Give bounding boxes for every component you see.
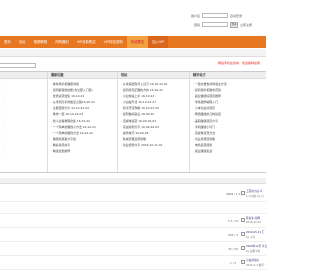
thread-icon xyxy=(241,246,245,250)
login-button[interactable]: 登录 xyxy=(230,21,238,28)
thread-count: 1 / 5 xyxy=(230,261,237,265)
password-label: 密码 xyxy=(193,22,200,27)
nav-item-vip-info[interactable]: VIP特权说明 xyxy=(100,36,127,48)
last-post-meta: by 如果平时 xyxy=(246,250,261,253)
thread-count: 34 / 59 xyxy=(228,247,238,251)
column-header xyxy=(0,72,47,79)
table-row[interactable]: 203 / 3 2016-05-21 汇 by 小可 xyxy=(0,228,266,242)
nav-item-join-vip[interactable]: 加入VIP xyxy=(148,36,169,48)
last-post-title[interactable]: 2008年12月 平日 xyxy=(246,244,267,248)
sub-bar xyxy=(0,49,266,57)
last-post-meta: 2016-10-22 xyxy=(246,221,262,224)
password-row: 密码 登录 立即注册 xyxy=(186,21,256,28)
main-nav: 首页 论坛 视频教程 内购福利 VIP自助购买 VIP特权说明 本站禁言 加入V… xyxy=(0,36,266,48)
last-post-meta: by 小可 xyxy=(246,236,256,239)
password-input[interactable] xyxy=(202,22,228,27)
thread-icon xyxy=(241,218,245,222)
username-input[interactable] xyxy=(202,13,228,18)
thread-list: 4848 / 1.7万 工程的小白·平 1 小时前 by 小 5.1 / 57 … xyxy=(0,186,267,270)
last-post-title[interactable]: 小白的知识 xyxy=(246,258,259,262)
column-header: 最新回复 xyxy=(48,72,117,79)
register-link[interactable]: 立即注册 xyxy=(240,23,252,27)
column-featured: 精华帖子 · 一篇文章告诉你副业方法 · 如何用手机赚零花钱 · 副业赚钱好项目… xyxy=(190,72,266,172)
nav-item-highlight[interactable]: 本站禁言 xyxy=(126,36,149,48)
thread-icon xyxy=(241,260,245,264)
nav-item-perks[interactable]: 内购福利 xyxy=(51,36,73,48)
last-post-title[interactable]: 2016-05-21 汇 xyxy=(246,230,265,234)
username-label: 用户名 xyxy=(190,13,200,18)
last-post-title[interactable]: 陈先生 的网 xyxy=(246,216,260,220)
table-row[interactable]: 4848 / 1.7万 工程的小白·平 1 小时前 by 小 xyxy=(0,186,266,202)
column-latest-replies: 最新回复 · 教你用手机赚取零钱 · 如何解锁新技能(含全部入门篇) · 优质资… xyxy=(48,72,118,172)
site-hint: 网站手机在线中，欢迎各种读者 xyxy=(217,61,260,65)
column-header: 精华帖子 xyxy=(190,72,266,79)
search-input[interactable] xyxy=(0,63,36,68)
site-header: 用户名 自动登录 密码 登录 立即注册 xyxy=(0,0,266,34)
thread-icon xyxy=(241,191,245,195)
auto-login-option[interactable]: 自动登录 xyxy=(230,14,242,18)
table-row[interactable]: 34 / 59 2008年12月 平日 by 如果平时 xyxy=(0,242,267,256)
thread-icon xyxy=(241,232,245,236)
list-item[interactable]: · 副业赚钱实战 xyxy=(193,148,264,154)
login-box: 用户名 自动登录 密码 登录 立即注册 xyxy=(186,12,256,30)
section-separator xyxy=(0,178,266,184)
nav-item-video[interactable]: 视频教程 xyxy=(30,36,52,48)
column-hot-threads: 热帖 · 从零基础到月入过万 16-10-22-01 · 如何找到正确的方向 1… xyxy=(118,72,190,172)
list-item[interactable]: · xyxy=(3,154,45,160)
nav-item-forum[interactable]: 论坛 xyxy=(15,36,30,48)
last-post-title[interactable]: 工程的小白·平 xyxy=(246,189,262,193)
list-item[interactable]: · 精选合集推荐 xyxy=(51,148,115,154)
thread-count: 203 / 3 xyxy=(228,233,238,237)
column-header: 热帖 xyxy=(118,72,189,79)
column-thumbnails: · · · · · · · · · · · · · xyxy=(0,72,48,172)
table-row[interactable] xyxy=(0,202,266,214)
thread-count: 5.1 / 57 xyxy=(228,219,239,223)
feature-grid: · · · · · · · · · · · · · 最新回复 · 教你用手机赚取… xyxy=(0,71,266,173)
list-item[interactable]: · 创业经验分享 2016-10-11-01 xyxy=(121,142,187,148)
nav-item-home[interactable]: 首页 xyxy=(0,36,15,48)
nav-item-vip-buy[interactable]: VIP自助购买 xyxy=(73,36,100,48)
last-post-meta: 2016-4-4 推荐 xyxy=(246,264,264,267)
table-row[interactable]: 1 / 5 小白的知识 2016-4-4 推荐 xyxy=(0,256,266,270)
username-row: 用户名 自动登录 xyxy=(186,12,256,19)
last-post-meta: 1 小时前 by 小 xyxy=(246,195,264,198)
table-row[interactable]: 5.1 / 57 陈先生 的网 2016-10-22 xyxy=(0,214,266,228)
